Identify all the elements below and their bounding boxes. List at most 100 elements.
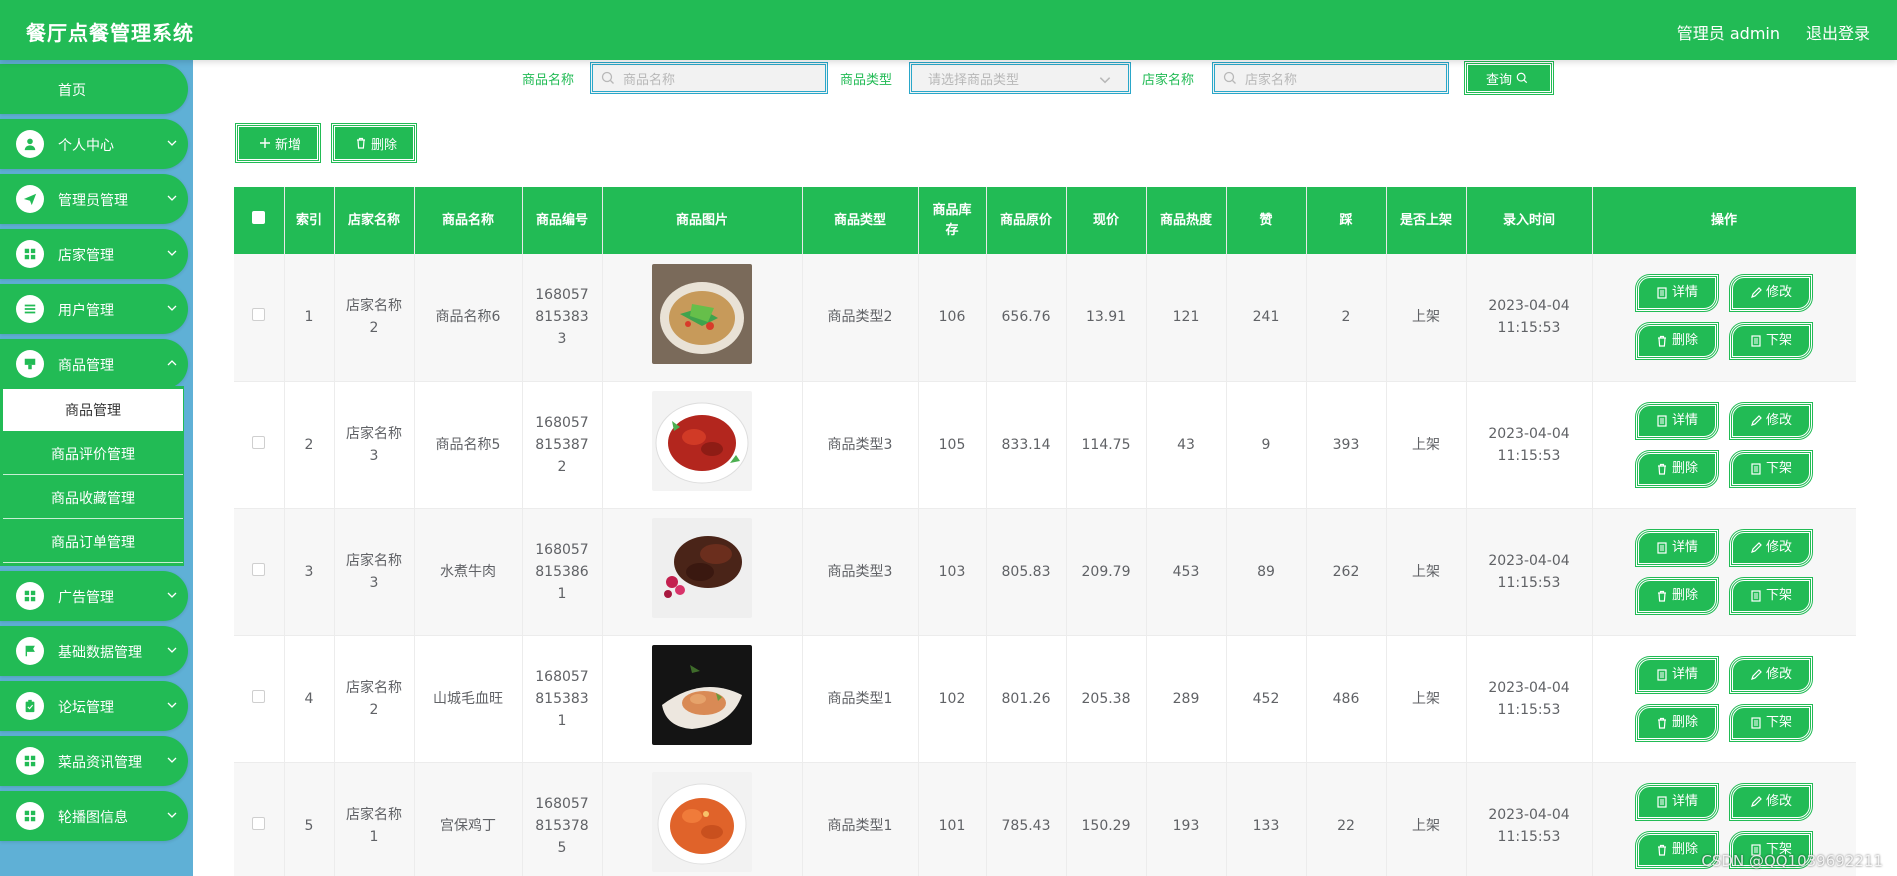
table-row[interactable]: 2 店家名称3 商品名称5 1680578153872 商品类型3 105 83… bbox=[234, 381, 1856, 509]
sidebar-item-label: 菜品资讯管理 bbox=[58, 755, 142, 771]
detail-button[interactable]: 详情 bbox=[1635, 274, 1719, 313]
cell-status: 上架 bbox=[1386, 508, 1467, 636]
cell-operations: 详情 修改 删除 下架 bbox=[1592, 508, 1856, 636]
query-button[interactable]: 查询 bbox=[1464, 61, 1554, 95]
edit-button-label: 修改 bbox=[1765, 285, 1792, 301]
sidebar: 首页 个人中心 管理员管理 店家管理 用户管理 商品管理 商品管理 商品评价管理… bbox=[0, 60, 193, 876]
edit-button[interactable]: 修改 bbox=[1729, 655, 1813, 694]
cell-likes: 89 bbox=[1226, 508, 1307, 636]
cell-status: 上架 bbox=[1386, 254, 1467, 382]
submenu-item-goods-reviews[interactable]: 商品评价管理 bbox=[3, 433, 183, 475]
sidebar-item-forum[interactable]: 论坛管理 bbox=[0, 681, 188, 731]
sidebar-item-user-management[interactable]: 用户管理 bbox=[0, 284, 188, 334]
detail-button[interactable]: 详情 bbox=[1635, 655, 1719, 694]
delete-button-label: 删除 bbox=[1671, 841, 1698, 857]
submenu-item-goods-favorites[interactable]: 商品收藏管理 bbox=[3, 477, 183, 519]
search-name-input[interactable]: 商品名称 bbox=[590, 62, 828, 94]
offshelf-button[interactable]: 下架 bbox=[1729, 703, 1813, 742]
detail-button[interactable]: 详情 bbox=[1635, 528, 1719, 567]
column-header: 操作 bbox=[1592, 187, 1856, 254]
cell-status: 上架 bbox=[1386, 635, 1467, 763]
offshelf-button-label: 下架 bbox=[1765, 587, 1792, 603]
column-header: 商品热度 bbox=[1146, 187, 1227, 254]
sidebar-item-base-data[interactable]: 基础数据管理 bbox=[0, 626, 188, 676]
column-header: 商品图片 bbox=[602, 187, 803, 254]
sidebar-item-dish-news[interactable]: 菜品资讯管理 bbox=[0, 736, 188, 786]
cell-stock: 101 bbox=[918, 762, 987, 876]
add-button[interactable]: 新增 bbox=[235, 123, 321, 163]
delete-button-label: 删除 bbox=[1671, 587, 1698, 603]
sidebar-item-shop-management[interactable]: 店家管理 bbox=[0, 229, 188, 279]
goods-type-select[interactable]: 请选择商品类型 bbox=[909, 62, 1131, 94]
detail-button[interactable]: 详情 bbox=[1635, 782, 1719, 821]
submenu-item-goods-orders[interactable]: 商品订单管理 bbox=[3, 521, 183, 563]
detail-button[interactable]: 详情 bbox=[1635, 401, 1719, 440]
cell-status: 上架 bbox=[1386, 762, 1467, 876]
cell-stock: 102 bbox=[918, 635, 987, 763]
cell-operations: 详情 修改 删除 下架 bbox=[1592, 381, 1856, 509]
batch-delete-button[interactable]: 删除 bbox=[331, 123, 417, 163]
cell-price: 205.38 bbox=[1066, 635, 1147, 763]
delete-button[interactable]: 删除 bbox=[1635, 322, 1719, 361]
offshelf-button[interactable]: 下架 bbox=[1729, 449, 1813, 488]
cell-name: 水煮牛肉 bbox=[414, 508, 523, 636]
search-shop-label: 店家名称 bbox=[1142, 73, 1195, 88]
sidebar-item-label: 个人中心 bbox=[58, 138, 114, 154]
delete-button[interactable]: 删除 bbox=[1635, 703, 1719, 742]
search-shop-input[interactable]: 店家名称 bbox=[1212, 62, 1449, 94]
sidebar-item-label: 论坛管理 bbox=[58, 700, 114, 716]
table-row[interactable]: 5 店家名称1 宫保鸡丁 1680578153785 商品类型1 101 785… bbox=[234, 762, 1856, 876]
sidebar-item-home[interactable]: 首页 bbox=[0, 64, 188, 114]
edit-button[interactable]: 修改 bbox=[1729, 274, 1813, 313]
column-header: 商品原价 bbox=[986, 187, 1067, 254]
edit-button[interactable]: 修改 bbox=[1729, 401, 1813, 440]
edit-button-label: 修改 bbox=[1765, 539, 1792, 555]
send-icon bbox=[16, 185, 44, 213]
offshelf-button[interactable]: 下架 bbox=[1729, 322, 1813, 361]
document-icon bbox=[1657, 287, 1667, 299]
table-row[interactable]: 4 店家名称2 山城毛血旺 1680578153831 商品类型1 102 80… bbox=[234, 635, 1856, 763]
plus-icon bbox=[259, 138, 270, 148]
sidebar-item-ad-management[interactable]: 广告管理 bbox=[0, 571, 188, 621]
sidebar-item-carousel[interactable]: 轮播图信息 bbox=[0, 791, 188, 841]
logout-link[interactable]: 退出登录 bbox=[1806, 20, 1870, 44]
document-icon bbox=[1657, 414, 1667, 427]
chevron-down-icon bbox=[167, 195, 177, 201]
row-checkbox[interactable] bbox=[252, 816, 266, 830]
row-checkbox[interactable] bbox=[252, 689, 266, 703]
sidebar-item-personal-center[interactable]: 个人中心 bbox=[0, 119, 188, 169]
pencil-icon bbox=[1751, 541, 1762, 553]
offshelf-button[interactable]: 下架 bbox=[1729, 576, 1813, 615]
select-all-cell[interactable] bbox=[234, 187, 285, 254]
delete-button[interactable]: 删除 bbox=[1635, 449, 1719, 488]
cell-orig-price: 833.14 bbox=[986, 381, 1067, 509]
sidebar-item-label: 管理员管理 bbox=[58, 193, 128, 209]
table-row[interactable]: 1 店家名称2 商品名称6 1680578153833 商品类型2 106 65… bbox=[234, 254, 1856, 382]
sidebar-item-admin-management[interactable]: 管理员管理 bbox=[0, 174, 188, 224]
detail-button-label: 详情 bbox=[1671, 793, 1698, 809]
cell-image bbox=[602, 254, 803, 382]
chevron-down-icon bbox=[167, 250, 177, 256]
cell-time: 2023-04-04 11:15:53 bbox=[1466, 381, 1593, 509]
cell-index: 4 bbox=[284, 635, 335, 763]
delete-button[interactable]: 删除 bbox=[1635, 576, 1719, 615]
row-checkbox[interactable] bbox=[252, 435, 266, 449]
select-all-checkbox[interactable] bbox=[252, 210, 266, 224]
detail-button-label: 详情 bbox=[1671, 666, 1698, 682]
goods-type-placeholder: 请选择商品类型 bbox=[928, 72, 1020, 88]
edit-button[interactable]: 修改 bbox=[1729, 528, 1813, 567]
table-row[interactable]: 3 店家名称3 水煮牛肉 1680578153861 商品类型3 103 805… bbox=[234, 508, 1856, 636]
sidebar-item-goods-management[interactable]: 商品管理 bbox=[0, 339, 188, 389]
row-checkbox[interactable] bbox=[252, 562, 266, 576]
cell-likes: 133 bbox=[1226, 762, 1307, 876]
column-header: 商品编号 bbox=[522, 187, 603, 254]
edit-button[interactable]: 修改 bbox=[1729, 782, 1813, 821]
document-icon bbox=[1751, 335, 1761, 347]
submenu-item-goods[interactable]: 商品管理 bbox=[3, 389, 183, 431]
cell-price: 13.91 bbox=[1066, 254, 1147, 382]
offshelf-button-label: 下架 bbox=[1765, 333, 1792, 349]
trash-icon bbox=[356, 137, 365, 149]
chevron-down-icon bbox=[167, 647, 177, 653]
cell-type: 商品类型3 bbox=[802, 381, 919, 509]
row-checkbox[interactable] bbox=[252, 308, 266, 322]
